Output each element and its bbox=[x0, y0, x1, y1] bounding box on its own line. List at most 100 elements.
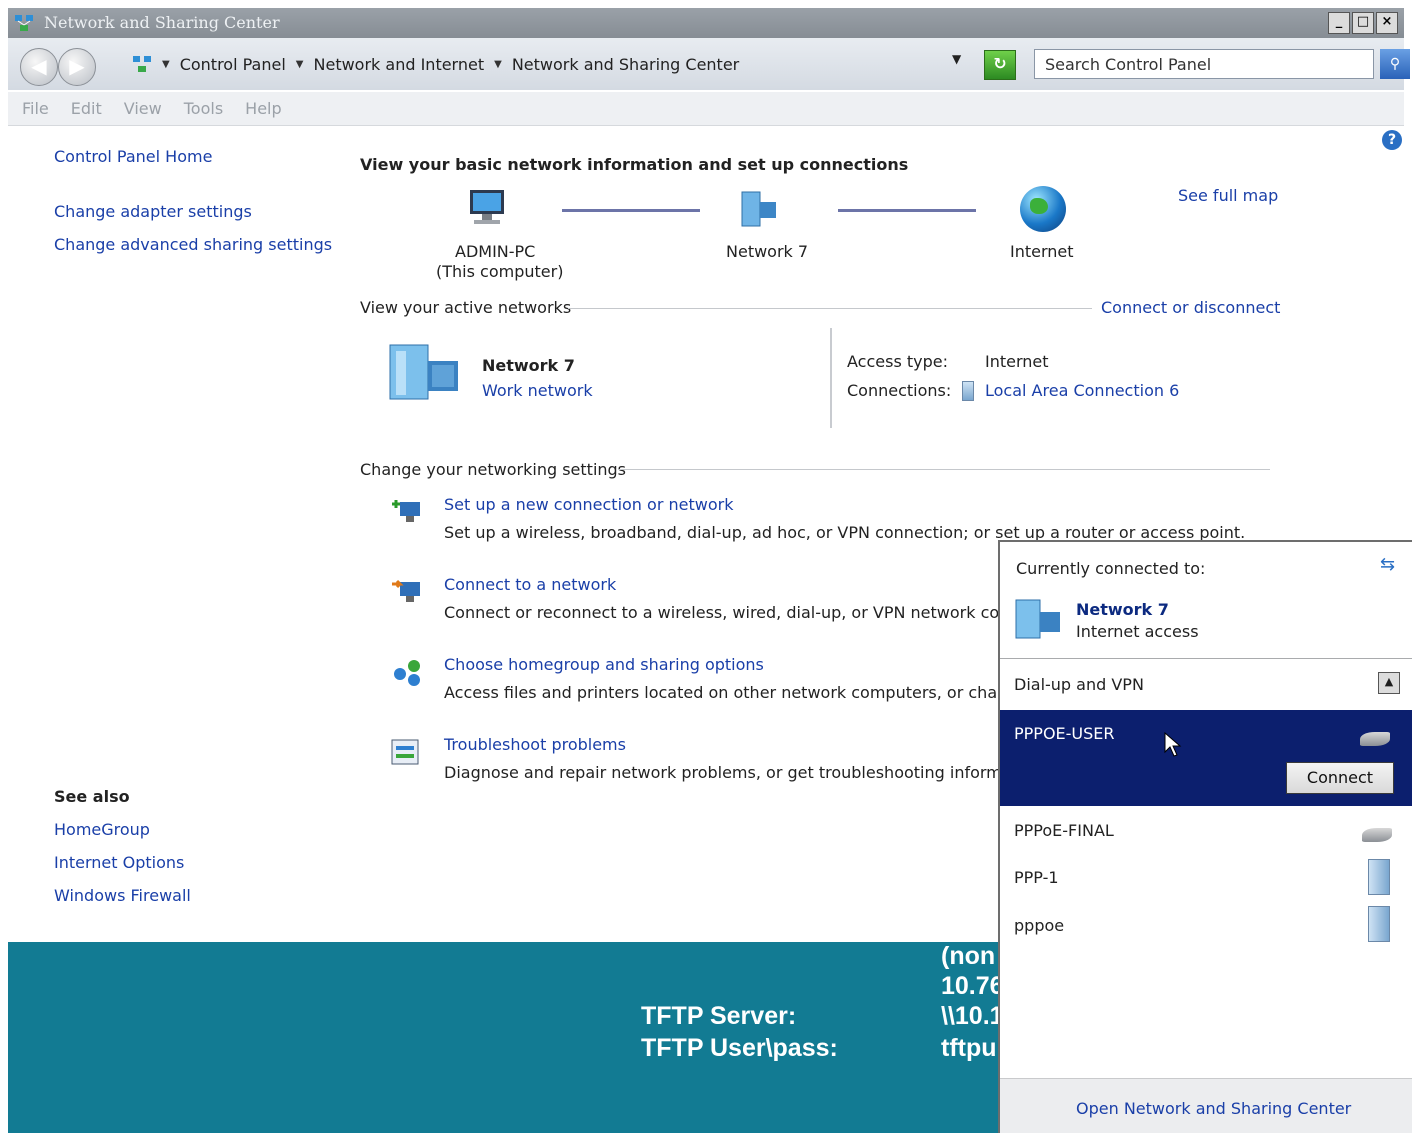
refresh-icon[interactable]: ↻ bbox=[984, 50, 1016, 80]
list-item[interactable]: pppoe bbox=[1014, 916, 1064, 935]
dialup-icon bbox=[1360, 732, 1390, 746]
see-also-heading: See also bbox=[54, 787, 130, 806]
chevron-down-icon[interactable]: ▼ bbox=[296, 59, 304, 70]
access-type-label: Access type: bbox=[847, 352, 948, 371]
selected-connection-name: PPPOE-USER bbox=[1014, 724, 1115, 743]
divider bbox=[618, 469, 1270, 470]
internet-options-link[interactable]: Internet Options bbox=[54, 853, 184, 872]
scroll-up-button[interactable]: ▲ bbox=[1378, 672, 1400, 694]
help-icon[interactable]: ? bbox=[1382, 130, 1402, 150]
info-value: 10.76 bbox=[941, 972, 1004, 1000]
task-homegroup-link[interactable]: Choose homegroup and sharing options bbox=[444, 655, 764, 674]
connected-network-name: Network 7 bbox=[1076, 600, 1169, 619]
vpn-icon bbox=[1368, 906, 1390, 942]
dialup-icon bbox=[1362, 828, 1392, 842]
network-flyout: Currently connected to: ⇆ Network 7 Inte… bbox=[998, 540, 1412, 1133]
chevron-down-icon[interactable]: ▼ bbox=[162, 59, 170, 70]
network-icon bbox=[389, 344, 458, 400]
back-button[interactable]: ◀ bbox=[20, 48, 58, 86]
see-full-map-link[interactable]: See full map bbox=[1178, 186, 1278, 205]
map-link-line bbox=[838, 209, 976, 212]
task-connect-network-desc: Connect or reconnect to a wireless, wire… bbox=[444, 603, 998, 622]
network-center-icon bbox=[15, 15, 33, 31]
task-troubleshoot-link[interactable]: Troubleshoot problems bbox=[444, 735, 626, 754]
breadcrumb-network-sharing[interactable]: Network and Sharing Center bbox=[512, 55, 739, 74]
divider bbox=[1000, 658, 1412, 659]
currently-connected-label: Currently connected to: bbox=[1016, 559, 1206, 578]
control-panel-icon bbox=[133, 56, 151, 72]
troubleshoot-icon bbox=[391, 739, 419, 765]
homegroup-link[interactable]: HomeGroup bbox=[54, 820, 150, 839]
connect-button[interactable]: Connect bbox=[1286, 762, 1394, 794]
vpn-icon bbox=[1368, 859, 1390, 895]
desktop-background-info: TFTP Server: TFTP User\pass: (non 10.76 … bbox=[8, 942, 1008, 1133]
address-history-dropdown[interactable]: ▼ bbox=[952, 52, 961, 66]
menu-help[interactable]: Help bbox=[245, 99, 281, 118]
minimize-button[interactable]: _ bbox=[1328, 12, 1350, 34]
change-advanced-sharing-link[interactable]: Change advanced sharing settings bbox=[54, 235, 332, 254]
active-network-name: Network 7 bbox=[482, 356, 575, 375]
page-title: View your basic network information and … bbox=[360, 155, 909, 174]
tftp-userpass-label: TFTP User\pass: bbox=[641, 1034, 838, 1062]
refresh-icon[interactable]: ⇆ bbox=[1380, 554, 1395, 575]
task-connect-network-link[interactable]: Connect to a network bbox=[444, 575, 616, 594]
map-internet-label: Internet bbox=[1010, 242, 1074, 261]
change-adapter-settings-link[interactable]: Change adapter settings bbox=[54, 202, 252, 221]
connect-network-icon bbox=[392, 579, 420, 602]
cursor-icon bbox=[1164, 732, 1182, 757]
task-homegroup-desc: Access files and printers located on oth… bbox=[444, 683, 998, 702]
breadcrumb-control-panel[interactable]: Control Panel bbox=[180, 55, 286, 74]
network-type-link[interactable]: Work network bbox=[482, 381, 593, 400]
connected-network-status: Internet access bbox=[1076, 622, 1199, 641]
menu-file[interactable]: File bbox=[22, 99, 49, 118]
homegroup-icon bbox=[394, 660, 420, 686]
list-item[interactable]: PPP-1 bbox=[1014, 868, 1059, 887]
network-icon[interactable] bbox=[740, 190, 780, 228]
open-network-sharing-link[interactable]: Open Network and Sharing Center bbox=[1076, 1099, 1351, 1118]
breadcrumb-network-internet[interactable]: Network and Internet bbox=[314, 55, 485, 74]
tftp-userpass-value: tftpu bbox=[941, 1034, 997, 1062]
computer-sub: (This computer) bbox=[436, 262, 564, 281]
task-new-connection-link[interactable]: Set up a new connection or network bbox=[444, 495, 733, 514]
new-connection-icon bbox=[392, 500, 420, 522]
divider bbox=[830, 328, 832, 428]
window-controls: _ □ × bbox=[1328, 12, 1398, 34]
forward-button[interactable]: ▶ bbox=[58, 48, 96, 86]
control-panel-home-link[interactable]: Control Panel Home bbox=[54, 147, 212, 166]
change-settings-heading: Change your networking settings bbox=[360, 460, 627, 479]
window-title: Network and Sharing Center bbox=[44, 13, 280, 32]
connect-or-disconnect-link[interactable]: Connect or disconnect bbox=[1101, 298, 1280, 317]
ethernet-icon bbox=[962, 381, 974, 401]
maximize-button[interactable]: □ bbox=[1352, 12, 1374, 34]
map-network-label: Network 7 bbox=[726, 242, 809, 261]
search-input[interactable]: Search Control Panel bbox=[1034, 49, 1374, 79]
computer-name: ADMIN-PC bbox=[455, 242, 536, 261]
menu-edit[interactable]: Edit bbox=[71, 99, 102, 118]
local-area-connection-link[interactable]: Local Area Connection 6 bbox=[985, 381, 1179, 400]
title-bar: Network and Sharing Center _ □ × bbox=[8, 8, 1404, 38]
task-troubleshoot-desc: Diagnose and repair network problems, or… bbox=[444, 763, 998, 782]
internet-globe-icon[interactable] bbox=[1020, 186, 1066, 232]
map-link-line bbox=[562, 209, 700, 212]
list-item[interactable]: PPPoE-FINAL bbox=[1014, 821, 1114, 840]
windows-firewall-link[interactable]: Windows Firewall bbox=[54, 886, 191, 905]
flyout-footer: Open Network and Sharing Center bbox=[1000, 1078, 1412, 1133]
active-networks-heading: View your active networks bbox=[360, 298, 572, 317]
search-icon[interactable]: ⚲ bbox=[1380, 49, 1410, 79]
menu-view[interactable]: View bbox=[124, 99, 162, 118]
menu-tools[interactable]: Tools bbox=[184, 99, 223, 118]
divider bbox=[568, 308, 1092, 309]
address-bar: ◀ ▶ ▼ Control Panel ▼ Network and Intern… bbox=[8, 38, 1410, 90]
computer-icon[interactable] bbox=[466, 188, 508, 226]
menu-bar: File Edit View Tools Help bbox=[8, 92, 1404, 126]
network-icon bbox=[1015, 599, 1060, 639]
info-value: (non bbox=[941, 942, 996, 970]
connections-label: Connections: bbox=[847, 381, 952, 400]
close-button[interactable]: × bbox=[1376, 12, 1398, 34]
tftp-server-value: \\10.1 bbox=[941, 1002, 1004, 1030]
access-type-value: Internet bbox=[985, 352, 1049, 371]
tftp-server-label: TFTP Server: bbox=[641, 1002, 797, 1030]
chevron-down-icon[interactable]: ▼ bbox=[494, 59, 502, 70]
dialup-vpn-section: Dial-up and VPN bbox=[1014, 675, 1144, 694]
breadcrumb: ▼ Control Panel ▼ Network and Internet ▼… bbox=[132, 50, 972, 78]
